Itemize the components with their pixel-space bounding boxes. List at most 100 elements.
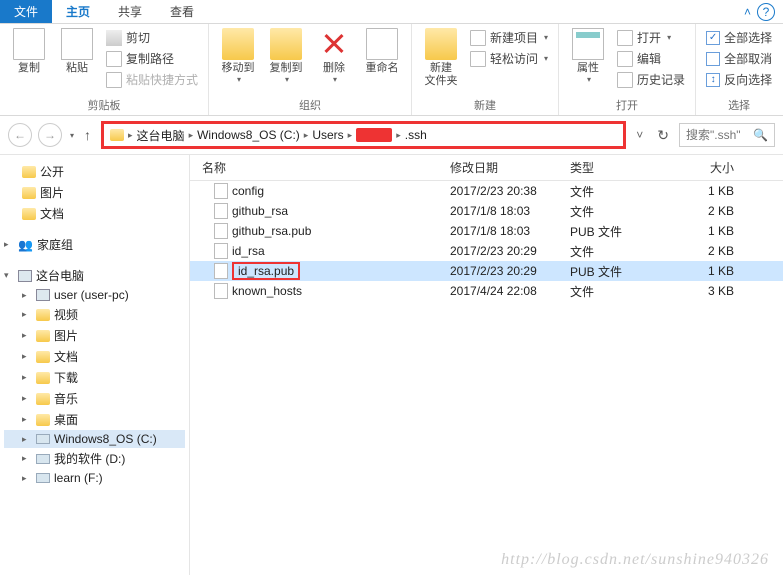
select-none-button[interactable]: 全部取消: [704, 49, 774, 68]
easy-access-icon: [470, 51, 486, 67]
file-size: 3 KB: [680, 284, 750, 298]
invert-selection-button[interactable]: ↕反向选择: [704, 70, 774, 89]
tree-item-public[interactable]: 公开: [4, 161, 185, 182]
select-all-button[interactable]: ✓全部选择: [704, 28, 774, 47]
chevron-right-icon: ▸: [392, 130, 405, 141]
file-row[interactable]: id_rsa2017/2/23 20:29文件2 KB: [190, 241, 783, 261]
chevron-right-icon: ▸: [22, 434, 32, 445]
folder-icon: [22, 208, 36, 220]
tab-home[interactable]: 主页: [52, 0, 104, 23]
drive-icon: [36, 454, 50, 464]
tree-item-thispc[interactable]: ▾这台电脑: [4, 265, 185, 286]
tab-file[interactable]: 文件: [0, 0, 52, 23]
paste-shortcut-button: 粘贴快捷方式: [104, 70, 200, 89]
history-button[interactable]: 历史记录: [615, 70, 687, 89]
help-icon[interactable]: ?: [757, 3, 775, 21]
rename-button[interactable]: 重命名: [361, 28, 403, 75]
group-label: 剪贴板: [8, 97, 200, 115]
col-type[interactable]: 类型: [570, 159, 680, 176]
file-row[interactable]: id_rsa.pub2017/2/23 20:29PUB 文件1 KB: [190, 261, 783, 281]
file-date: 2017/4/24 22:08: [450, 284, 570, 298]
file-row[interactable]: config2017/2/23 20:38文件1 KB: [190, 181, 783, 201]
search-input[interactable]: [686, 128, 744, 142]
tree-item-drive-c[interactable]: ▸Windows8_OS (C:): [4, 430, 185, 448]
open-button[interactable]: 打开▾: [615, 28, 687, 47]
breadcrumb-seg-ssh[interactable]: .ssh: [405, 128, 427, 142]
open-icon: [617, 30, 633, 46]
back-button[interactable]: ←: [8, 123, 32, 147]
address-dropdown[interactable]: ˅: [632, 128, 647, 142]
tree-item-homegroup[interactable]: ▸👥家庭组: [4, 234, 185, 255]
folder-icon: [22, 166, 36, 178]
file-icon: [214, 263, 228, 279]
history-dropdown[interactable]: ▾: [70, 131, 74, 140]
ribbon-collapse-icon[interactable]: ˄: [738, 5, 757, 19]
breadcrumb-seg-thispc[interactable]: 这台电脑: [137, 127, 185, 144]
file-size: 2 KB: [680, 204, 750, 218]
file-row[interactable]: github_rsa2017/1/8 18:03文件2 KB: [190, 201, 783, 221]
tree-item-drive-d[interactable]: ▸我的软件 (D:): [4, 448, 185, 469]
file-size: 1 KB: [680, 184, 750, 198]
search-box[interactable]: 🔍: [679, 123, 775, 147]
up-button[interactable]: ↑: [80, 127, 95, 143]
col-name[interactable]: 名称: [190, 159, 450, 176]
folder-icon: [36, 393, 50, 405]
copy-path-button[interactable]: 复制路径: [104, 49, 200, 68]
folder-icon: [36, 351, 50, 363]
tab-share[interactable]: 共享: [104, 0, 156, 23]
cut-button[interactable]: 剪切: [104, 28, 200, 47]
breadcrumb-seg-drive[interactable]: Windows8_OS (C:): [197, 128, 300, 142]
file-row[interactable]: github_rsa.pub2017/1/8 18:03PUB 文件1 KB: [190, 221, 783, 241]
folder-icon: [36, 372, 50, 384]
file-date: 2017/2/23 20:29: [450, 264, 570, 278]
col-date[interactable]: 修改日期: [450, 159, 570, 176]
breadcrumb-seg-redacted[interactable]: [356, 128, 392, 142]
paste-button[interactable]: 粘贴: [56, 28, 98, 75]
copy-to-button[interactable]: 复制到▾: [265, 28, 307, 84]
new-folder-button[interactable]: 新建 文件夹: [420, 28, 462, 88]
navigation-tree[interactable]: 公开 图片 文档 ▸👥家庭组 ▾这台电脑 ▸user (user-pc) ▸视频…: [0, 155, 190, 575]
breadcrumb[interactable]: ▸ 这台电脑 ▸ Windows8_OS (C:) ▸ Users ▸ ▸ .s…: [101, 121, 626, 149]
tree-item-documents[interactable]: 文档: [4, 203, 185, 224]
breadcrumb-seg-users[interactable]: Users: [312, 128, 343, 142]
properties-button[interactable]: 属性▾: [567, 28, 609, 84]
group-select: ✓全部选择 全部取消 ↕反向选择 选择: [696, 24, 782, 115]
col-size[interactable]: 大小: [680, 159, 750, 176]
shortcut-icon: [106, 72, 122, 88]
file-size: 2 KB: [680, 244, 750, 258]
ribbon: 复制 粘贴 剪切 复制路径 粘贴快捷方式 剪贴板 移动到▾ 复制到▾ 删除▾ 重…: [0, 24, 783, 116]
file-size: 1 KB: [680, 264, 750, 278]
tree-item-drive-f[interactable]: ▸learn (F:): [4, 469, 185, 487]
file-list: 名称 修改日期 类型 大小 config2017/2/23 20:38文件1 K…: [190, 155, 783, 575]
chevron-down-icon: ▾: [333, 75, 337, 84]
chevron-right-icon: ▸: [300, 130, 313, 141]
chevron-right-icon: ▸: [344, 130, 357, 141]
file-type: 文件: [570, 283, 680, 300]
chevron-right-icon: ▸: [22, 473, 32, 484]
address-bar: ← → ▾ ↑ ▸ 这台电脑 ▸ Windows8_OS (C:) ▸ User…: [0, 116, 783, 155]
tree-item-documents2[interactable]: ▸文档: [4, 346, 185, 367]
pc-icon: [36, 289, 50, 301]
tree-item-pictures[interactable]: 图片: [4, 182, 185, 203]
group-label: 选择: [704, 97, 774, 115]
chevron-right-icon: ▸: [185, 130, 198, 141]
tree-item-desktop[interactable]: ▸桌面: [4, 409, 185, 430]
search-icon: 🔍: [753, 128, 768, 142]
tree-item-videos[interactable]: ▸视频: [4, 304, 185, 325]
tree-item-user[interactable]: ▸user (user-pc): [4, 286, 185, 304]
delete-button[interactable]: 删除▾: [313, 28, 355, 84]
forward-button[interactable]: →: [38, 123, 62, 147]
tree-item-downloads[interactable]: ▸下载: [4, 367, 185, 388]
move-to-button[interactable]: 移动到▾: [217, 28, 259, 84]
new-item-button[interactable]: 新建项目▾: [468, 28, 550, 47]
tab-view[interactable]: 查看: [156, 0, 208, 23]
tree-item-pictures2[interactable]: ▸图片: [4, 325, 185, 346]
column-headers[interactable]: 名称 修改日期 类型 大小: [190, 155, 783, 181]
file-row[interactable]: known_hosts2017/4/24 22:08文件3 KB: [190, 281, 783, 301]
refresh-button[interactable]: ↻: [653, 127, 673, 144]
tree-item-music[interactable]: ▸音乐: [4, 388, 185, 409]
copy-button[interactable]: 复制: [8, 28, 50, 75]
chevron-right-icon: ▸: [22, 393, 32, 404]
edit-button[interactable]: 编辑: [615, 49, 687, 68]
easy-access-button[interactable]: 轻松访问▾: [468, 49, 550, 68]
